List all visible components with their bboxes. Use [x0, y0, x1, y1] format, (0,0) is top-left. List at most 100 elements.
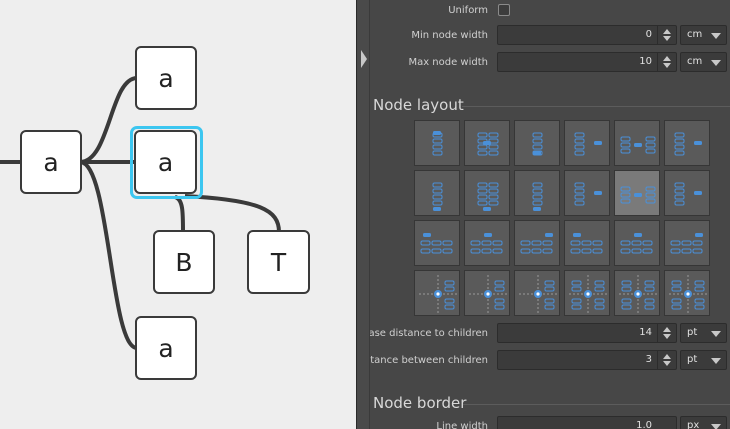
down-arrow-icon[interactable]	[663, 63, 671, 68]
layout-preset-icon	[570, 233, 603, 254]
layout-preset-icon	[620, 233, 653, 254]
layout-preset-center-b-selected[interactable]	[614, 170, 660, 216]
max-node-width-stepper[interactable]	[657, 53, 676, 71]
edge-root-to-child3	[79, 160, 138, 350]
section-divider	[462, 106, 730, 107]
layout-preset-left-center[interactable]	[664, 120, 710, 166]
panel-splitter[interactable]	[356, 0, 370, 429]
node-border-heading: Node border	[373, 394, 467, 412]
layout-preset-icon	[519, 275, 557, 313]
layout-preset-icon	[532, 182, 543, 211]
layout-preset-icon	[470, 233, 503, 254]
layout-preset-top-center[interactable]	[464, 220, 510, 266]
max-node-width-field[interactable]: 10	[497, 52, 677, 72]
layout-preset-top-right[interactable]	[514, 220, 560, 266]
down-arrow-icon[interactable]	[663, 334, 671, 339]
layout-preset-icon	[574, 132, 602, 156]
min-node-width-label: Min node width	[411, 30, 488, 41]
up-arrow-icon[interactable]	[663, 354, 671, 359]
distance-between-unit: pt	[687, 354, 698, 365]
layout-preset-top-left[interactable]	[414, 220, 460, 266]
layout-preset-cross-right[interactable]	[514, 270, 560, 316]
grandchild-node-t[interactable]: T	[247, 230, 310, 294]
chevron-down-icon	[711, 358, 721, 364]
up-arrow-icon[interactable]	[663, 56, 671, 61]
distance-between-field[interactable]: 3	[497, 350, 677, 370]
edge-root-to-child1	[79, 76, 138, 164]
layout-preset-icon	[620, 136, 656, 154]
layout-preset-right-top[interactable]	[414, 120, 460, 166]
distance-between-unit-select[interactable]: pt	[680, 350, 727, 370]
node-layout-heading: Node layout	[373, 96, 464, 114]
layout-preset-top-right-2[interactable]	[664, 220, 710, 266]
line-width-unit-select[interactable]: px	[680, 416, 727, 429]
min-node-width-unit-select[interactable]: cm	[680, 25, 727, 45]
chevron-down-icon	[711, 60, 721, 66]
mindmap-canvas[interactable]: a a a B T a	[0, 0, 356, 429]
distance-between-stepper[interactable]	[657, 351, 676, 369]
collapse-arrow-icon[interactable]	[361, 50, 367, 68]
distance-between-label: Distance between children	[370, 355, 488, 366]
min-node-width-stepper[interactable]	[657, 26, 676, 44]
layout-preset-center-both[interactable]	[614, 120, 660, 166]
min-node-width-field[interactable]: 0	[497, 25, 677, 45]
layout-preset-top-left-2[interactable]	[564, 220, 610, 266]
layout-preset-icon	[569, 275, 607, 313]
layout-preset-top-center-2[interactable]	[614, 220, 660, 266]
properties-panel: Uniform Min node width 0 cm Max node wid…	[370, 0, 730, 429]
section-divider	[463, 404, 730, 405]
layout-preset-icon	[674, 182, 702, 206]
layout-preset-icon	[520, 233, 553, 254]
child-node-3[interactable]: a	[135, 316, 197, 380]
layout-preset-right-top-b[interactable]	[414, 170, 460, 216]
layout-preset-right-bottom[interactable]	[514, 120, 560, 166]
edge-child2-to-B	[174, 195, 185, 233]
up-arrow-icon[interactable]	[663, 29, 671, 34]
base-distance-label: Base distance to children	[370, 328, 488, 339]
down-arrow-icon[interactable]	[663, 361, 671, 366]
layout-preset-left-top[interactable]	[564, 120, 610, 166]
layout-preset-icon	[619, 275, 657, 313]
layout-preset-icon	[419, 275, 457, 313]
layout-preset-cross-center[interactable]	[464, 270, 510, 316]
base-distance-stepper[interactable]	[657, 324, 676, 342]
uniform-checkbox[interactable]	[498, 4, 510, 16]
layout-preset-radial-1[interactable]	[564, 270, 610, 316]
layout-preset-right-bottom-b[interactable]	[514, 170, 560, 216]
chevron-down-icon	[711, 33, 721, 39]
line-width-field[interactable]: 1.0	[497, 416, 677, 429]
base-distance-value: 14	[639, 327, 652, 338]
line-width-label: Line width	[436, 421, 488, 429]
layout-preset-left-b2[interactable]	[664, 170, 710, 216]
line-width-unit: px	[687, 420, 700, 429]
down-arrow-icon[interactable]	[663, 36, 671, 41]
layout-preset-icon	[432, 182, 443, 211]
child-node-1[interactable]: a	[135, 46, 197, 110]
layout-preset-right-center[interactable]	[464, 120, 510, 166]
edge-child2-to-T	[184, 194, 281, 233]
layout-preset-icon	[469, 275, 507, 313]
layout-preset-icon	[670, 233, 703, 254]
min-node-width-value: 0	[645, 29, 652, 40]
min-node-width-unit: cm	[687, 29, 703, 40]
base-distance-unit-select[interactable]: pt	[680, 323, 727, 343]
up-arrow-icon[interactable]	[663, 327, 671, 332]
child-node-2-selected[interactable]: a	[134, 130, 197, 194]
layout-preset-icon	[477, 182, 499, 211]
chevron-down-icon	[711, 424, 721, 429]
layout-preset-icon	[432, 131, 443, 156]
layout-preset-right-center-b[interactable]	[464, 170, 510, 216]
max-node-width-unit-select[interactable]: cm	[680, 52, 727, 72]
root-node[interactable]: a	[20, 130, 82, 194]
max-node-width-value: 10	[639, 56, 652, 67]
max-node-width-label: Max node width	[408, 57, 488, 68]
layout-preset-cross-left[interactable]	[414, 270, 460, 316]
distance-between-value: 3	[645, 354, 652, 365]
layout-preset-radial-2[interactable]	[614, 270, 660, 316]
layout-preset-radial-3[interactable]	[664, 270, 710, 316]
base-distance-field[interactable]: 14	[497, 323, 677, 343]
layout-preset-left-b[interactable]	[564, 170, 610, 216]
layout-preset-icon	[669, 275, 707, 313]
grandchild-node-b[interactable]: B	[153, 230, 215, 294]
layout-preset-icon	[674, 132, 702, 156]
